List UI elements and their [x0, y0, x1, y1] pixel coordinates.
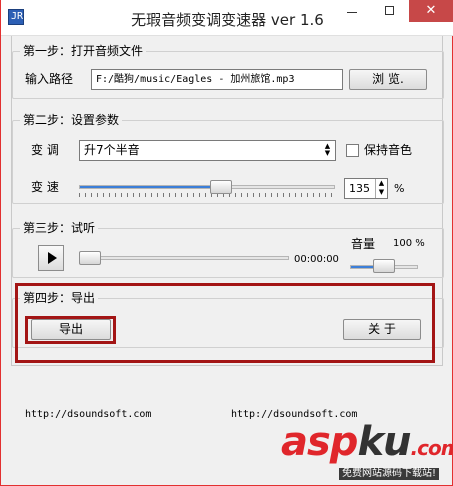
minimize-button[interactable]: [333, 0, 371, 22]
volume-slider-thumb[interactable]: [373, 259, 395, 273]
speed-value: 135: [349, 182, 370, 195]
speed-spinbox[interactable]: 135 ▲ ▼: [344, 178, 388, 199]
title-bar[interactable]: JR 无瑕音频变调变速器 ver 1.6 ✕: [1, 0, 453, 36]
watermark-subtitle: 免费网站源码下载站!: [339, 468, 440, 480]
pitch-select-value: 升7个半音: [84, 143, 140, 157]
watermark-text-dark: ku: [357, 419, 411, 465]
watermark-text: aspku.com: [281, 420, 453, 470]
playback-time: 00:00:00: [294, 254, 339, 265]
browse-button[interactable]: 浏 览.: [349, 69, 427, 90]
watermark-text-end: .com: [410, 436, 453, 460]
speed-slider-fill: [80, 186, 223, 188]
export-highlight: [25, 316, 116, 344]
close-button[interactable]: ✕: [409, 0, 453, 22]
app-window: JR 无瑕音频变调变速器 ver 1.6 ✕ 第一步：打开音频文件 输入路径 F…: [0, 0, 453, 486]
speed-slider-ticks: [79, 193, 335, 197]
speed-slider-thumb[interactable]: [210, 180, 233, 194]
progress-slider-track[interactable]: [79, 256, 289, 260]
step2-title: 第二步：设置参数: [20, 112, 123, 128]
maximize-button[interactable]: [371, 0, 409, 22]
footer-url-left[interactable]: http://dsoundsoft.com: [25, 408, 151, 422]
step2-group: 第二步：设置参数 变 调 升7个半音 ▲ ▼ 保持音色 变 速 135 ▲ ▼ %: [12, 112, 444, 204]
keep-tone-label: 保持音色: [364, 143, 413, 157]
select-arrows-icon: ▲ ▼: [324, 142, 331, 157]
pitch-select[interactable]: 升7个半音 ▲ ▼: [79, 140, 336, 161]
watermark-text-red: asp: [281, 419, 358, 465]
volume-value: 100 %: [393, 238, 425, 249]
speed-slider-track[interactable]: [79, 185, 335, 189]
watermark-logo: aspku.com 免费网站源码下载站!: [281, 420, 453, 482]
speed-label: 变 速: [31, 180, 59, 194]
step1-title: 第一步：打开音频文件: [20, 43, 147, 59]
path-input[interactable]: F:/酷狗/music/Eagles - 加州旅馆.mp3: [91, 69, 343, 90]
path-label: 输入路径: [25, 72, 74, 86]
pitch-label: 变 调: [31, 143, 59, 157]
speed-unit: %: [394, 182, 405, 195]
volume-label: 音量: [351, 237, 376, 251]
step3-group: 第三步：试听 00:00:00 音量 100 %: [12, 220, 444, 278]
spin-arrows-icon[interactable]: ▲ ▼: [375, 179, 387, 198]
step3-title: 第三步：试听: [20, 220, 99, 236]
progress-slider-thumb[interactable]: [79, 251, 101, 265]
keep-tone-checkbox[interactable]: [346, 144, 359, 157]
play-button[interactable]: [38, 245, 64, 271]
step1-group: 第一步：打开音频文件 输入路径 F:/酷狗/music/Eagles - 加州旅…: [12, 43, 444, 99]
